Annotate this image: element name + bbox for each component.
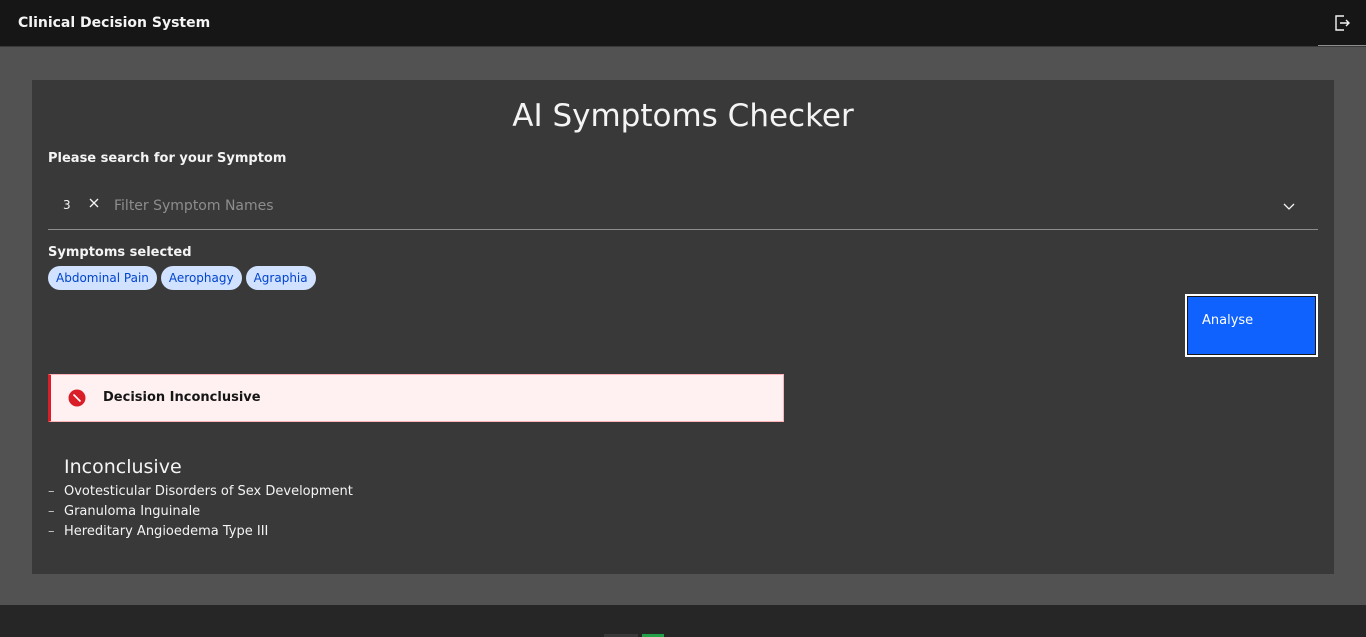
notification-title: Decision Inconclusive — [103, 390, 261, 405]
list-bullet: – — [48, 484, 55, 499]
symptom-search-input[interactable] — [114, 193, 1264, 219]
list-item: – Granuloma Inguinale — [48, 504, 353, 524]
symptom-tag[interactable]: Abdominal Pain — [48, 266, 157, 290]
symptom-checker-panel: AI Symptoms Checker Please search for yo… — [32, 80, 1334, 574]
footer-bar — [0, 605, 1366, 637]
chevron-down-icon[interactable] — [1282, 199, 1296, 213]
logout-button[interactable] — [1318, 0, 1366, 46]
list-bullet: – — [48, 504, 55, 519]
clear-selection-icon[interactable] — [87, 196, 101, 210]
symptom-tag[interactable]: Aerophagy — [160, 266, 242, 290]
analyse-button-label: Analyse — [1202, 313, 1254, 328]
list-item-text: Ovotesticular Disorders of Sex Developme… — [64, 484, 353, 499]
list-bullet: – — [48, 524, 55, 539]
app-title: Clinical Decision System — [18, 15, 211, 31]
selected-symptom-tags: Abdominal Pain Aerophagy Agraphia — [48, 266, 316, 290]
symptom-combobox[interactable]: 3 — [48, 185, 1318, 230]
list-item-text: Hereditary Angioedema Type III — [64, 524, 269, 539]
list-item: – Hereditary Angioedema Type III — [48, 524, 353, 544]
symptoms-selected-label: Symptoms selected — [48, 245, 192, 260]
result-heading: Inconclusive — [64, 456, 182, 478]
analyse-button[interactable]: Analyse — [1185, 294, 1318, 357]
result-list: – Ovotesticular Disorders of Sex Developm… — [48, 484, 353, 544]
list-item-text: Granuloma Inguinale — [64, 504, 201, 519]
app-header: Clinical Decision System — [0, 0, 1366, 47]
symptom-tag[interactable]: Agraphia — [245, 266, 316, 290]
search-label: Please search for your Symptom — [48, 151, 287, 166]
list-item: – Ovotesticular Disorders of Sex Developm… — [48, 484, 353, 504]
logout-icon — [1335, 14, 1350, 31]
error-notification: Decision Inconclusive — [48, 374, 784, 422]
error-filled-icon — [68, 389, 86, 407]
page-title: AI Symptoms Checker — [512, 98, 854, 134]
selected-count-badge: 3 — [63, 198, 71, 212]
